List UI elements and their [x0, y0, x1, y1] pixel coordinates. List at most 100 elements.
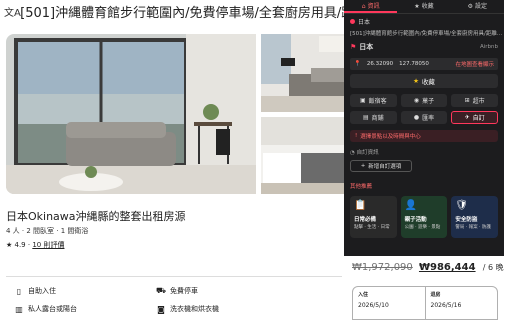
shield-icon: 🛡	[455, 200, 469, 211]
tab-info[interactable]: ⌂ 資訊	[344, 0, 398, 13]
category-grid: ▣ 飯宿客 ◉ 菓子 ⊞ 超市 ▤ 商鋪 ● 匯率 ✈ 自訂	[350, 94, 498, 124]
pin-icon: 📍	[354, 61, 361, 67]
recommend-cards: 📋 日常必備 點擊 · 生活 · 日常 👤 親子活動 公園 · 遊樂 · 景點 …	[350, 196, 498, 238]
car-icon: ⛟	[156, 286, 167, 295]
btn-label: 菓子	[422, 98, 435, 105]
washer-icon: ◙	[157, 304, 165, 314]
home-icon: ⌂	[361, 3, 366, 10]
card-daily-essentials[interactable]: 📋 日常必備 點擊 · 生活 · 日常	[350, 196, 397, 238]
country-row: ⚑ 日本 Airbnb	[344, 38, 504, 56]
alert-icon: !	[355, 133, 358, 139]
btn-label: 自訂	[472, 115, 485, 122]
amenity-washer: ◙ 洗衣機和烘衣機	[156, 304, 219, 314]
coordinates-bar: 📍 26.32090 127.78050 在地圖查看顯示	[350, 58, 498, 70]
bedroom-photo[interactable]	[261, 34, 349, 112]
checkin-label: 入住	[358, 292, 369, 298]
source-label: Airbnb	[479, 44, 498, 50]
btn-label: 匯率	[422, 115, 435, 122]
clipboard-icon: 📋	[354, 200, 367, 211]
card-family-activities[interactable]: 👤 親子活動 公園 · 遊樂 · 景點	[400, 196, 448, 238]
checkout-value: 2026/5/16	[430, 302, 462, 309]
building-icon: ▣	[359, 97, 366, 104]
amenity-self-checkin: ▯ 自助入住	[14, 286, 56, 296]
amenity-label: 私人露台或陽台	[28, 305, 77, 313]
card-safety[interactable]: 🛡 安全防盜 警局 · 報案 · 防護	[451, 196, 498, 238]
checkout-label: 退房	[430, 292, 441, 298]
alert-banner: ! 選擇景點以及時間與中心	[350, 130, 498, 142]
date-picker[interactable]: 入住 2026/5/10 退房 2026/5/16	[352, 286, 498, 320]
tab-label: 收藏	[421, 3, 434, 10]
favorite-label: 收藏	[421, 78, 435, 86]
recommend-label: 其他推薦	[350, 184, 373, 190]
page-title: 文A [501]沖縄體育館步行範圍內/免費停車場/全套廚房用具/距離沖	[4, 4, 344, 24]
tab-settings[interactable]: ⚙ 設定	[451, 0, 504, 13]
alert-text: 選擇景點以及時間與中心	[360, 134, 421, 140]
main-photo[interactable]	[6, 34, 256, 194]
gear-icon: ⚙	[467, 3, 473, 10]
balcony-icon: ▥	[15, 304, 23, 314]
exchange-rate-button[interactable]: ● 匯率	[400, 111, 448, 124]
divider	[6, 276, 342, 277]
checkout-field[interactable]: 退房 2026/5/16	[424, 287, 498, 319]
latitude: 26.32090	[366, 61, 394, 67]
checkin-field[interactable]: 入住 2026/5/10	[353, 287, 425, 319]
country-header: 日本	[344, 14, 504, 29]
star-icon: ★	[413, 77, 419, 85]
star-icon: ★	[414, 3, 420, 10]
location-dot-icon	[350, 19, 355, 24]
bed-photo[interactable]	[261, 117, 349, 194]
person-icon: 👤	[404, 200, 418, 211]
plane-icon: ✈	[464, 114, 470, 121]
rating-value: ★ 4.9 ·	[6, 241, 31, 249]
shop-button[interactable]: ▤ 商鋪	[350, 111, 397, 124]
store-icon: ▤	[362, 114, 369, 121]
btn-label: 商鋪	[371, 115, 384, 122]
extension-panel: ⌂ 資訊 ★ 收藏 ⚙ 設定 日本 [501]沖縄體育館步行範圍內/免費停車場/全套廚…	[344, 0, 504, 256]
tab-label: 資訊	[367, 3, 380, 10]
supermarket-button[interactable]: ⊞ 超市	[451, 94, 498, 107]
flag-icon: ⚑	[350, 43, 357, 51]
snack-button[interactable]: ◉ 菓子	[400, 94, 448, 107]
favorite-button[interactable]: ★ 收藏	[350, 74, 498, 88]
card-title: 日常必備	[354, 217, 377, 223]
amenity-label: 免費停車	[170, 287, 198, 295]
hotel-button[interactable]: ▣ 飯宿客	[350, 94, 397, 107]
card-sub: 警局 · 報案 · 防護	[455, 225, 491, 230]
custom-button[interactable]: ✈ 自訂	[451, 111, 498, 124]
amenity-balcony: ▥ 私人露台或陽台	[14, 304, 77, 314]
panel-tabs: ⌂ 資訊 ★ 收藏 ⚙ 設定	[344, 0, 504, 14]
card-sub: 公園 · 遊樂 · 景點	[404, 225, 441, 230]
tab-favorites[interactable]: ★ 收藏	[397, 0, 450, 13]
listing-rating: ★ 4.9 · 10 則評價	[6, 240, 64, 250]
checkin-value: 2026/5/10	[358, 302, 389, 309]
reviews-link[interactable]: 10 則評價	[32, 241, 64, 249]
listing-title: 日本Okinawa沖縄縣的整套出租房源	[6, 210, 186, 223]
map-link[interactable]: 在地圖查看顯示	[455, 60, 494, 68]
card-title: 親子活動	[404, 217, 427, 223]
old-price: ₩1,972,090	[352, 262, 413, 273]
custom-info-text: 自訂資訊	[356, 150, 379, 156]
country-name: 日本	[358, 19, 371, 26]
plus-icon: +	[360, 163, 366, 169]
card-title: 安全防盜	[455, 217, 478, 223]
nights-label: / 6 晚	[482, 263, 504, 272]
cart-icon: ⊞	[464, 97, 470, 104]
btn-label: 飯宿客	[368, 98, 387, 105]
country-main: 日本	[359, 43, 374, 51]
tab-label: 設定	[475, 3, 488, 10]
add-custom-option-button[interactable]: + 新增自訂選項	[350, 160, 412, 172]
page-title-text: [501]沖縄體育館步行範圍內/免費停車場/全套廚房用具/距離沖	[20, 6, 344, 21]
listing-subtitle: 4 人 · 2 間臥室 · 1 間衛浴	[6, 227, 89, 235]
new-price[interactable]: ₩986,444	[419, 262, 476, 273]
amenity-free-parking: ⛟ 免費停車	[156, 286, 198, 296]
translate-icon[interactable]: 文A	[4, 4, 21, 24]
food-icon: ◉	[413, 97, 420, 104]
door-icon: ▯	[16, 286, 22, 296]
amenity-label: 自助入住	[28, 287, 56, 295]
longitude: 127.78050	[399, 61, 429, 67]
clock-icon: ◔	[350, 150, 355, 156]
panel-listing-title: [501]沖縄體育館步行範圍內/免費停車場/全套廚房用具/距離...	[350, 31, 503, 37]
coin-icon: ●	[413, 114, 420, 121]
amenity-label: 洗衣機和烘衣機	[170, 305, 219, 313]
price-row: ₩1,972,090 ₩986,444 / 6 晚	[352, 262, 504, 273]
